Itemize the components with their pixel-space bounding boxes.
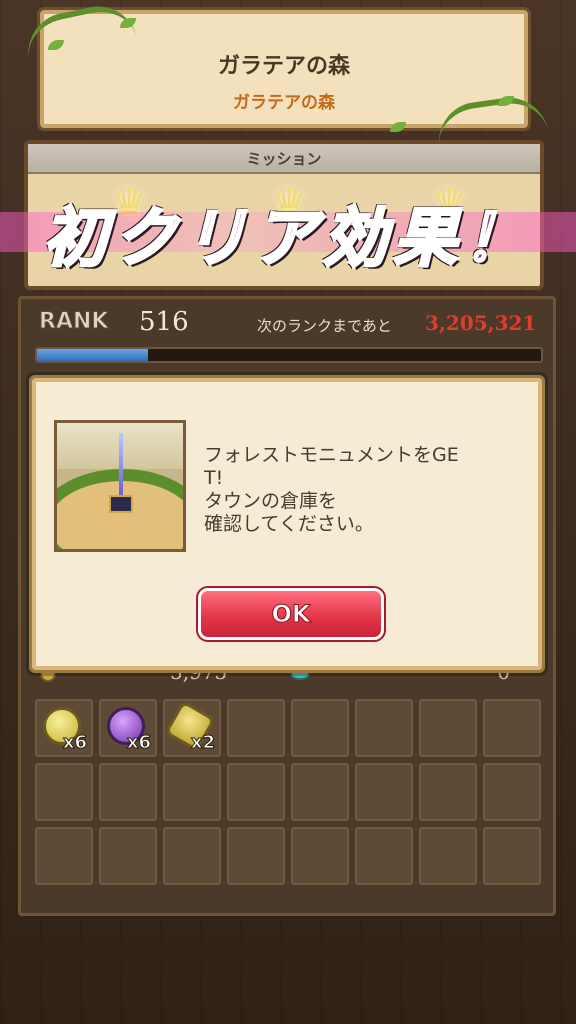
reward-slot[interactable] — [355, 699, 413, 757]
rank-value: 516 — [139, 307, 189, 337]
reward-slot[interactable] — [419, 699, 477, 757]
mission-header: ミッション — [28, 144, 540, 174]
reward-slot[interactable] — [355, 763, 413, 821]
reward-dialog: フォレストモニュメントをGE T! タウンの倉庫を 確認してください。 OK — [29, 375, 545, 673]
item-count: x2 — [190, 732, 215, 754]
reward-slot[interactable] — [227, 763, 285, 821]
monument-spire — [119, 433, 123, 497]
reward-slot[interactable] — [163, 827, 221, 885]
message-line: フォレストモニュメントをGE — [204, 444, 459, 466]
stage-subtitle: ガラテアの森 — [233, 93, 335, 113]
next-rank-label: 次のランクまであと — [257, 317, 392, 335]
reward-slot[interactable] — [35, 763, 93, 821]
reward-slot[interactable] — [291, 827, 349, 885]
rank-progress-bar — [35, 347, 543, 363]
message-line: 確認してください。 — [204, 513, 374, 535]
reward-grid: x6 x6 x2 — [35, 699, 541, 885]
reward-slot[interactable] — [291, 763, 349, 821]
reward-message: フォレストモニュメントをGE T! タウンの倉庫を 確認してください。 — [204, 444, 524, 536]
reward-slot[interactable] — [483, 763, 541, 821]
reward-slot[interactable] — [355, 827, 413, 885]
reward-slot[interactable] — [227, 827, 285, 885]
next-rank-value: 3,205,321 — [425, 311, 537, 335]
forest-monument-thumbnail — [54, 420, 186, 552]
reward-slot[interactable]: x6 — [99, 699, 157, 757]
reward-slot[interactable]: x6 — [35, 699, 93, 757]
item-count: x6 — [62, 732, 87, 754]
reward-slot[interactable] — [99, 763, 157, 821]
reward-slot[interactable] — [163, 763, 221, 821]
first-clear-banner: 初クリア効果！ — [42, 201, 533, 278]
item-count: x6 — [126, 732, 151, 754]
reward-slot[interactable]: x2 — [163, 699, 221, 757]
message-line: T! — [204, 467, 224, 489]
reward-slot[interactable] — [419, 763, 477, 821]
rank-progress-fill — [37, 349, 148, 361]
monument-base — [109, 495, 133, 513]
reward-slot[interactable] — [483, 699, 541, 757]
stage-title: ガラテアの森 — [217, 54, 350, 79]
reward-slot[interactable] — [483, 827, 541, 885]
reward-slot[interactable] — [35, 827, 93, 885]
reward-slot[interactable] — [291, 699, 349, 757]
message-line: タウンの倉庫を — [204, 490, 338, 512]
ok-button[interactable]: OK — [196, 586, 386, 642]
rank-label: RANK — [38, 309, 109, 335]
reward-slot[interactable] — [419, 827, 477, 885]
reward-slot[interactable] — [227, 699, 285, 757]
reward-slot[interactable] — [99, 827, 157, 885]
